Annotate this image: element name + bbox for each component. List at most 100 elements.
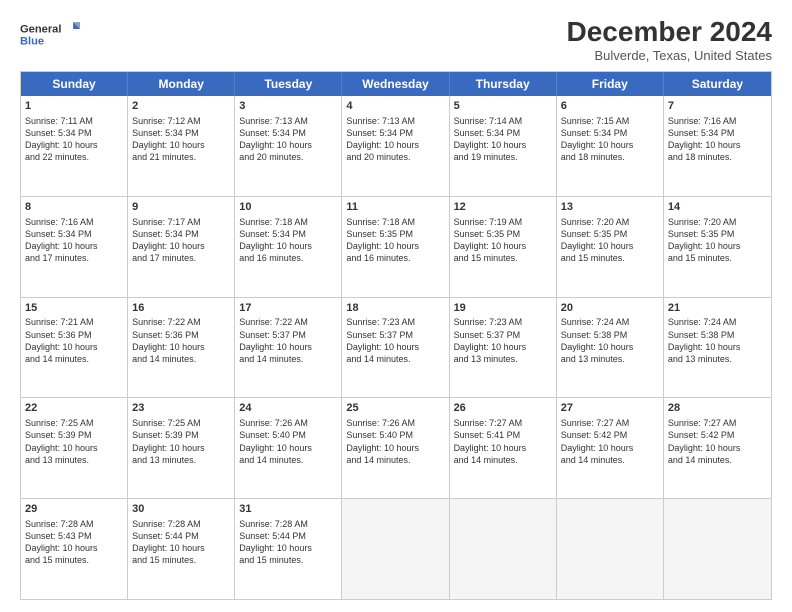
- day-info: Daylight: 10 hours: [132, 543, 205, 553]
- day-info: Daylight: 10 hours: [132, 342, 205, 352]
- calendar-header: Sunday Monday Tuesday Wednesday Thursday…: [21, 72, 771, 96]
- day-info: Sunset: 5:34 PM: [668, 128, 735, 138]
- day-info: Sunrise: 7:20 AM: [561, 217, 630, 227]
- cal-cell: 8Sunrise: 7:16 AMSunset: 5:34 PMDaylight…: [21, 197, 128, 297]
- day-info: Sunset: 5:44 PM: [239, 531, 306, 541]
- day-info: and 14 minutes.: [239, 455, 303, 465]
- day-info: Sunset: 5:39 PM: [25, 430, 92, 440]
- cal-cell: 23Sunrise: 7:25 AMSunset: 5:39 PMDayligh…: [128, 398, 235, 498]
- day-info: Sunrise: 7:24 AM: [561, 317, 630, 327]
- cal-cell: [342, 499, 449, 599]
- header: General Blue December 2024 Bulverde, Tex…: [20, 16, 772, 63]
- header-saturday: Saturday: [664, 72, 771, 96]
- day-info: Daylight: 10 hours: [132, 241, 205, 251]
- cal-row-3: 15Sunrise: 7:21 AMSunset: 5:36 PMDayligh…: [21, 297, 771, 398]
- day-info: Sunrise: 7:11 AM: [25, 116, 93, 126]
- day-info: Sunset: 5:37 PM: [239, 330, 306, 340]
- day-info: and 13 minutes.: [25, 455, 89, 465]
- cal-cell: 7Sunrise: 7:16 AMSunset: 5:34 PMDaylight…: [664, 96, 771, 196]
- calendar-body: 1 Sunrise: 7:11 AM Sunset: 5:34 PM Daylight…: [21, 96, 771, 599]
- day-info: Daylight: 10 hours: [454, 342, 527, 352]
- cal-cell: [557, 499, 664, 599]
- cal-cell: 17Sunrise: 7:22 AMSunset: 5:37 PMDayligh…: [235, 298, 342, 398]
- cal-cell: 30Sunrise: 7:28 AMSunset: 5:44 PMDayligh…: [128, 499, 235, 599]
- cal-cell: 3Sunrise: 7:13 AMSunset: 5:34 PMDaylight…: [235, 96, 342, 196]
- day-info: Sunset: 5:39 PM: [132, 430, 199, 440]
- cal-row-5: 29Sunrise: 7:28 AMSunset: 5:43 PMDayligh…: [21, 498, 771, 599]
- day-info: Sunrise: 7:18 AM: [346, 217, 415, 227]
- cal-cell: 20Sunrise: 7:24 AMSunset: 5:38 PMDayligh…: [557, 298, 664, 398]
- day-info: Sunrise: 7:28 AM: [132, 519, 201, 529]
- day-info: and 13 minutes.: [454, 354, 518, 364]
- cal-cell: 5Sunrise: 7:14 AMSunset: 5:34 PMDaylight…: [450, 96, 557, 196]
- day-number: 18: [346, 301, 444, 316]
- day-info: Sunset: 5:34 PM: [346, 128, 413, 138]
- day-number: 10: [239, 200, 337, 215]
- day-info: Daylight: 10 hours: [454, 241, 527, 251]
- cal-cell: 13Sunrise: 7:20 AMSunset: 5:35 PMDayligh…: [557, 197, 664, 297]
- day-info: Daylight: 10 hours: [346, 443, 419, 453]
- day-info: Sunset: 5:43 PM: [25, 531, 92, 541]
- day-info: Sunrise: 7:16 AM: [25, 217, 94, 227]
- cal-cell: 16Sunrise: 7:22 AMSunset: 5:36 PMDayligh…: [128, 298, 235, 398]
- day-info: Daylight: 10 hours: [454, 443, 527, 453]
- day-number: 24: [239, 401, 337, 416]
- calendar-page: General Blue December 2024 Bulverde, Tex…: [0, 0, 792, 612]
- title-block: December 2024 Bulverde, Texas, United St…: [567, 16, 772, 63]
- day-info: and 14 minutes.: [668, 455, 732, 465]
- day-info: Sunrise: 7:27 AM: [668, 418, 737, 428]
- day-number: 22: [25, 401, 123, 416]
- day-info: Sunset: 5:38 PM: [668, 330, 735, 340]
- day-info: Daylight: 10 hours: [132, 443, 205, 453]
- day-info: Sunrise: 7:12 AM: [132, 116, 201, 126]
- day-info: Sunset: 5:42 PM: [668, 430, 735, 440]
- day-info: Sunset: 5:34 PM: [454, 128, 521, 138]
- day-info: Sunset: 5:35 PM: [454, 229, 521, 239]
- header-wednesday: Wednesday: [342, 72, 449, 96]
- day-info: Sunset: 5:34 PM: [25, 229, 92, 239]
- calendar: Sunday Monday Tuesday Wednesday Thursday…: [20, 71, 772, 600]
- day-info: Sunrise: 7:22 AM: [132, 317, 201, 327]
- cal-cell: 22Sunrise: 7:25 AMSunset: 5:39 PMDayligh…: [21, 398, 128, 498]
- day-info: Daylight: 10 hours: [668, 342, 741, 352]
- day-info: Daylight: 10 hours: [239, 543, 312, 553]
- day-number: 16: [132, 301, 230, 316]
- cal-cell: 25Sunrise: 7:26 AMSunset: 5:40 PMDayligh…: [342, 398, 449, 498]
- day-number: 13: [561, 200, 659, 215]
- header-sunday: Sunday: [21, 72, 128, 96]
- logo-svg: General Blue: [20, 16, 80, 54]
- day-number: 15: [25, 301, 123, 316]
- day-info: and 21 minutes.: [132, 152, 196, 162]
- day-number: 12: [454, 200, 552, 215]
- day-info: Daylight: 10 hours: [239, 140, 312, 150]
- day-info: Sunrise: 7:14 AM: [454, 116, 523, 126]
- day-info: Sunrise: 7:28 AM: [25, 519, 94, 529]
- day-info: Sunrise: 7:26 AM: [239, 418, 308, 428]
- cal-cell: 28Sunrise: 7:27 AMSunset: 5:42 PMDayligh…: [664, 398, 771, 498]
- cal-row-4: 22Sunrise: 7:25 AMSunset: 5:39 PMDayligh…: [21, 397, 771, 498]
- cal-cell: 29Sunrise: 7:28 AMSunset: 5:43 PMDayligh…: [21, 499, 128, 599]
- day-info: and 13 minutes.: [561, 354, 625, 364]
- day-info: and 14 minutes.: [454, 455, 518, 465]
- cal-cell: [450, 499, 557, 599]
- header-monday: Monday: [128, 72, 235, 96]
- day-info: and 14 minutes.: [25, 354, 89, 364]
- day-info: Sunset: 5:40 PM: [239, 430, 306, 440]
- cal-row-2: 8Sunrise: 7:16 AMSunset: 5:34 PMDaylight…: [21, 196, 771, 297]
- day-info: and 14 minutes.: [346, 354, 410, 364]
- day-info: Daylight: 10 hours: [239, 241, 312, 251]
- day-info: Sunrise: 7:22 AM: [239, 317, 308, 327]
- day-info: and 14 minutes.: [561, 455, 625, 465]
- day-number: 1: [25, 99, 123, 114]
- day-info: Sunset: 5:34 PM: [25, 128, 92, 138]
- day-info: Sunrise: 7:23 AM: [454, 317, 523, 327]
- day-info: Sunrise: 7:17 AM: [132, 217, 201, 227]
- day-info: Sunset: 5:41 PM: [454, 430, 521, 440]
- cal-cell: 14Sunrise: 7:20 AMSunset: 5:35 PMDayligh…: [664, 197, 771, 297]
- day-info: Sunset: 5:35 PM: [668, 229, 735, 239]
- day-number: 7: [668, 99, 767, 114]
- day-info: Daylight: 10 hours: [561, 241, 634, 251]
- day-number: 21: [668, 301, 767, 316]
- day-info: and 14 minutes.: [346, 455, 410, 465]
- day-info: Daylight: 10 hours: [561, 140, 634, 150]
